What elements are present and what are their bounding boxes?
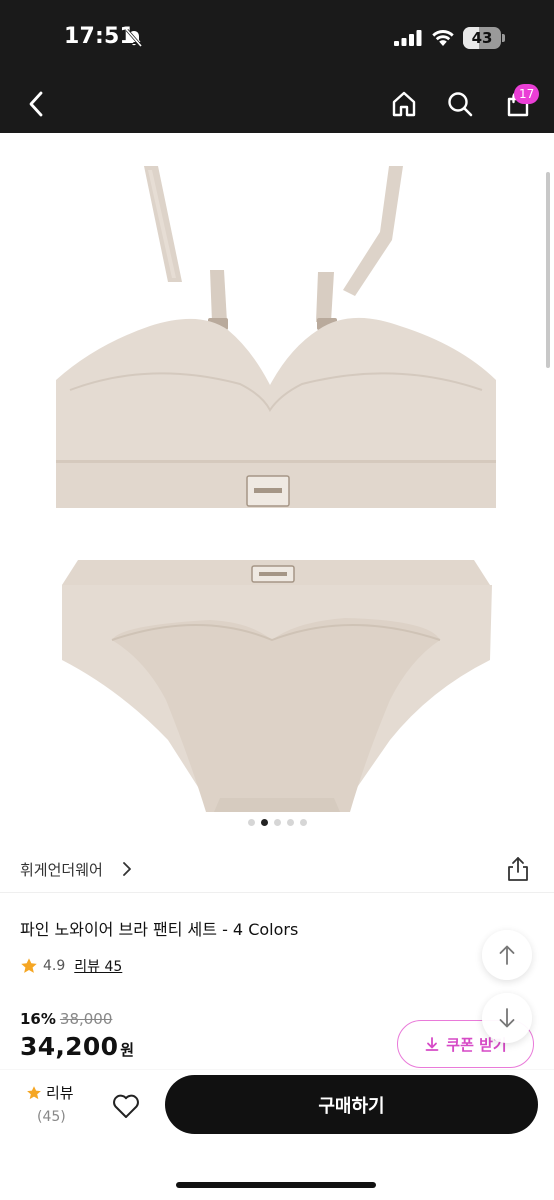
pagination-dot[interactable] <box>260 819 268 826</box>
bottom-review-count: (45) <box>37 1109 66 1125</box>
gallery-pagination <box>0 819 554 826</box>
pagination-dot[interactable] <box>286 819 294 826</box>
rating-value: 4.9 <box>43 958 66 974</box>
arrow-up-icon <box>499 945 515 965</box>
rating-row: 4.9 리뷰 45 <box>20 956 122 976</box>
wifi-icon <box>432 30 454 46</box>
product-image <box>56 166 496 812</box>
pagination-dot[interactable] <box>299 819 307 826</box>
home-indicator <box>176 1182 376 1188</box>
search-icon <box>448 92 473 117</box>
battery-indicator: 43 <box>463 27 505 49</box>
share-icon[interactable] <box>504 855 532 883</box>
brand-link[interactable]: 휘게언더웨어 <box>20 859 103 880</box>
discount-row: 16% 38,000 <box>20 1010 112 1028</box>
arrow-down-icon <box>499 1008 515 1028</box>
star-icon <box>27 1085 41 1099</box>
cart-count-badge: 17 <box>514 84 540 104</box>
buy-button[interactable]: 구매하기 <box>165 1075 538 1134</box>
discount-rate: 16% <box>20 1010 56 1028</box>
price-row: 34,200 원 <box>20 1032 134 1061</box>
back-button[interactable] <box>18 86 54 122</box>
download-icon <box>425 1037 439 1051</box>
pagination-dot[interactable] <box>247 819 255 826</box>
heart-icon[interactable] <box>110 1090 142 1122</box>
scroll-bottom-button[interactable] <box>482 993 532 1043</box>
battery-percent: 43 <box>471 29 493 47</box>
status-bar: 17:51 43 <box>0 0 554 75</box>
bottom-action-bar: 리뷰 (45) 구매하기 <box>0 1070 554 1200</box>
cellular-signal-icon <box>394 30 422 46</box>
product-title: 파인 노와이어 브라 팬티 세트 - 4 Colors <box>20 920 299 939</box>
bottom-review-label: 리뷰 <box>46 1084 74 1102</box>
bottom-review-button[interactable]: 리뷰 (45) <box>26 1082 86 1125</box>
price-unit: 원 <box>120 1041 135 1059</box>
home-icon <box>392 91 416 117</box>
search-button[interactable] <box>442 86 478 122</box>
sale-price: 34,200 <box>20 1032 119 1061</box>
top-nav-bar <box>0 75 554 133</box>
brand-row: 휘게언더웨어 <box>0 845 554 893</box>
scroll-top-button[interactable] <box>482 930 532 980</box>
original-price: 38,000 <box>59 1010 113 1028</box>
chevron-left-icon <box>29 91 43 117</box>
product-image-gallery[interactable] <box>0 133 554 845</box>
bell-off-icon <box>125 29 143 47</box>
gallery-scrollbar[interactable] <box>546 172 550 368</box>
home-button[interactable] <box>386 86 422 122</box>
star-icon <box>21 958 37 973</box>
chevron-right-icon <box>123 862 131 876</box>
review-link[interactable]: 리뷰 45 <box>74 956 122 976</box>
pagination-dot[interactable] <box>273 819 281 826</box>
